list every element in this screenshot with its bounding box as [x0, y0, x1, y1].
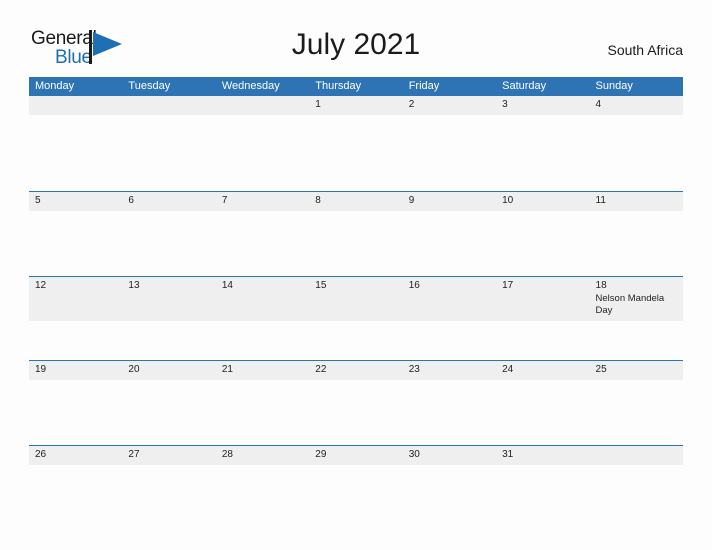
- weekday-header-row: Monday Tuesday Wednesday Thursday Friday Satu…: [29, 77, 683, 96]
- calendar-week-band: 5 6 7 8 9 10 11: [29, 191, 683, 211]
- holiday-label: Nelson Mandela Day: [595, 293, 665, 316]
- calendar-day-cell-17[interactable]: 17: [496, 277, 589, 321]
- day-number: 8: [315, 195, 321, 206]
- calendar-day-cell-empty: [122, 96, 215, 115]
- day-number: 17: [502, 280, 514, 291]
- calendar-day-cell-1[interactable]: 1: [309, 96, 402, 115]
- calendar-day-cell-11[interactable]: 11: [590, 192, 683, 211]
- calendar-week-row: 26 27 28 29 30 31: [29, 445, 683, 479]
- calendar-day-cell-empty: [29, 96, 122, 115]
- calendar-weeks: 1 2 3 4 5 6 7 8 9 10 11 12 13 14 15 16 17 18 Nelson Mandel…: [29, 96, 683, 479]
- day-number: 6: [128, 195, 134, 206]
- calendar-day-cell-19[interactable]: 19: [29, 361, 122, 380]
- calendar-day-cell-12[interactable]: 12: [29, 277, 122, 321]
- calendar-day-cell-24[interactable]: 24: [496, 361, 589, 380]
- calendar-day-cell-16[interactable]: 16: [403, 277, 496, 321]
- day-number: 21: [221, 364, 233, 375]
- page-header: General Blue July 2021 South Africa: [0, 0, 712, 76]
- calendar-day-cell-empty: [216, 96, 309, 115]
- day-number: 30: [408, 449, 420, 460]
- weekday-header-wednesday: Wednesday: [221, 80, 280, 92]
- day-number: 24: [502, 364, 514, 375]
- day-number: 19: [35, 364, 47, 375]
- calendar-day-cell-5[interactable]: 5: [29, 192, 122, 211]
- calendar-week-row: 12 13 14 15 16 17 18 Nelson Mandela Day: [29, 276, 683, 360]
- calendar-day-cell-6[interactable]: 6: [122, 192, 215, 211]
- calendar-week-row: 1 2 3 4: [29, 96, 683, 191]
- day-number: 26: [35, 449, 47, 460]
- calendar-day-cell-13[interactable]: 13: [122, 277, 215, 321]
- calendar-day-cell-20[interactable]: 20: [122, 361, 215, 380]
- calendar-day-cell-31[interactable]: 31: [496, 446, 589, 465]
- day-number: 10: [502, 195, 514, 206]
- day-number: 1: [315, 99, 321, 110]
- calendar-week-spacer: [29, 211, 683, 276]
- weekday-header-tuesday: Tuesday: [128, 80, 171, 92]
- day-number: 20: [128, 364, 140, 375]
- day-number: 22: [315, 364, 327, 375]
- calendar-week-row: 5 6 7 8 9 10 11: [29, 191, 683, 276]
- calendar-day-cell-2[interactable]: 2: [403, 96, 496, 115]
- day-number: 5: [35, 195, 41, 206]
- calendar-week-row: 19 20 21 22 23 24 25: [29, 360, 683, 445]
- calendar-day-cell-26[interactable]: 26: [29, 446, 122, 465]
- calendar-day-cell-10[interactable]: 10: [496, 192, 589, 211]
- weekday-header-sunday: Sunday: [595, 80, 633, 92]
- weekday-header-monday: Monday: [35, 80, 75, 92]
- day-number: 13: [128, 280, 140, 291]
- calendar-day-cell-18[interactable]: 18 Nelson Mandela Day: [590, 277, 683, 321]
- calendar-week-spacer: [29, 321, 683, 360]
- calendar-day-cell-25[interactable]: 25: [590, 361, 683, 380]
- calendar-day-cell-28[interactable]: 28: [216, 446, 309, 465]
- region-label: South Africa: [607, 42, 684, 58]
- calendar-day-cell-9[interactable]: 9: [403, 192, 496, 211]
- day-number: 15: [315, 280, 327, 291]
- day-number: 25: [595, 364, 607, 375]
- day-number: 29: [315, 449, 327, 460]
- day-number: 23: [408, 364, 420, 375]
- day-number: 11: [595, 195, 606, 206]
- calendar-day-cell-7[interactable]: 7: [216, 192, 309, 211]
- day-number: 18: [595, 280, 607, 291]
- calendar-grid: Monday Tuesday Wednesday Thursday Friday Satu…: [29, 77, 683, 479]
- day-number: 9: [408, 195, 415, 206]
- calendar-week-band: 19 20 21 22 23 24 25: [29, 360, 683, 380]
- calendar-day-cell-15[interactable]: 15: [309, 277, 402, 321]
- day-number: 12: [35, 280, 47, 291]
- calendar-day-cell-23[interactable]: 23: [403, 361, 496, 380]
- calendar-day-cell-29[interactable]: 29: [309, 446, 402, 465]
- calendar-day-cell-21[interactable]: 21: [216, 361, 309, 380]
- calendar-day-cell-4[interactable]: 4: [590, 96, 683, 115]
- calendar-day-cell-3[interactable]: 3: [496, 96, 589, 115]
- calendar-week-band: 1 2 3 4: [29, 96, 683, 115]
- calendar-day-cell-22[interactable]: 22: [309, 361, 402, 380]
- calendar-day-cell-30[interactable]: 30: [403, 446, 496, 465]
- calendar-week-spacer: [29, 115, 683, 191]
- day-number: 31: [502, 449, 514, 460]
- day-number: 16: [408, 280, 420, 291]
- day-number: 28: [221, 449, 233, 460]
- calendar-week-spacer: [29, 465, 683, 479]
- day-number: 4: [595, 99, 602, 110]
- calendar-week-band: 12 13 14 15 16 17 18 Nelson Mandela Day: [29, 276, 683, 321]
- day-number: 27: [128, 449, 140, 460]
- day-number: 3: [502, 99, 508, 110]
- calendar-day-cell-empty: [590, 446, 683, 465]
- weekday-header-friday: Friday: [408, 80, 440, 92]
- calendar-week-spacer: [29, 380, 683, 445]
- day-number: 14: [221, 280, 233, 291]
- calendar-day-cell-14[interactable]: 14: [216, 277, 309, 321]
- day-number: 7: [221, 195, 228, 206]
- calendar-day-cell-8[interactable]: 8: [309, 192, 402, 211]
- page-title: July 2021: [291, 28, 421, 61]
- weekday-header-thursday: Thursday: [315, 80, 362, 92]
- calendar-week-band: 26 27 28 29 30 31: [29, 445, 683, 465]
- day-number: 2: [408, 99, 415, 110]
- weekday-header-saturday: Saturday: [502, 80, 547, 92]
- calendar-day-cell-27[interactable]: 27: [122, 446, 215, 465]
